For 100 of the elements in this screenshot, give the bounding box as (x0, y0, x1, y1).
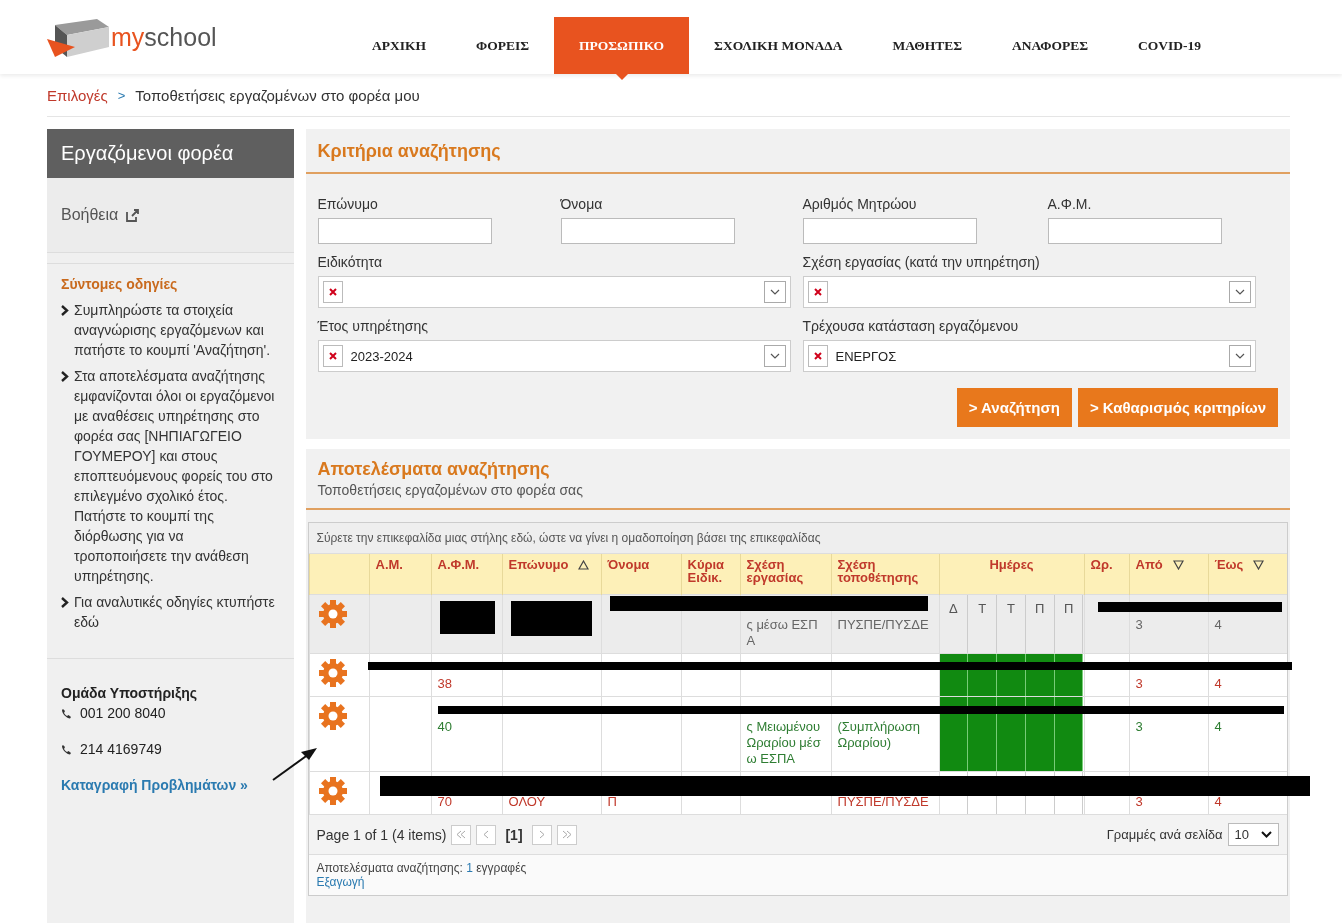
phone-number: 214 4169749 (80, 741, 162, 757)
table-cell: ΟΛΟΥ (508, 794, 546, 809)
action-button[interactable]: > Αναζήτηση (956, 388, 1072, 427)
day-cell: Τ (997, 595, 1026, 653)
nav-tab[interactable]: ΦΟΡΕΙΣ (451, 17, 555, 74)
field-label: Όνομα (560, 196, 604, 212)
filter-icon[interactable] (1253, 560, 1265, 570)
dropdown-field[interactable]: ΕΝΕΡΓΟΣ (802, 340, 1256, 372)
nav-tab[interactable]: ΣΧΟΛΙΚΗ ΜΟΝΑΔΑ (689, 17, 868, 74)
column-header[interactable]: Α.Μ. (369, 554, 431, 595)
panel-subtitle: Τοποθετήσεις εργαζομένων στο φορέα σας (317, 482, 584, 498)
table-cell: Π (607, 794, 617, 809)
table-cell: 3 (1135, 719, 1143, 734)
panel-title: Κριτήρια αναζήτησης (317, 141, 502, 162)
action-button[interactable]: > Καθαρισμός κριτηρίων (1077, 388, 1278, 427)
last-page-button[interactable] (556, 824, 577, 845)
report-problems-link[interactable]: Καταγραφή Προβλημάτων » (61, 777, 280, 793)
nav-tab[interactable]: ΠΡΟΣΩΠΙΚΟ (554, 17, 690, 74)
field-label: Α.Φ.Μ. (1047, 196, 1093, 212)
export-link[interactable]: Εξαγωγή (316, 875, 1279, 889)
dropdown-field[interactable] (317, 276, 791, 308)
first-page-button[interactable] (451, 824, 472, 845)
tips-title: Σύντομες οδηγίες (61, 276, 179, 292)
column-header[interactable]: Ημέρες (939, 554, 1084, 595)
table-cell: 3 (1135, 794, 1143, 809)
day-cell: Τ (968, 595, 998, 653)
clear-icon[interactable] (322, 345, 343, 367)
nav-tab[interactable]: COVID-19 (1113, 17, 1227, 74)
phone-number: 001 200 8040 (80, 705, 166, 721)
input-field[interactable] (560, 218, 735, 244)
sort-ascending-icon[interactable] (578, 560, 590, 570)
table-cell: 40 (437, 719, 452, 734)
field-label: Τρέχουσα κατάσταση εργαζόμενου (802, 318, 1020, 334)
sidebar-title: Εργαζόμενοι φορέα (47, 129, 294, 178)
clear-icon[interactable] (807, 281, 828, 303)
pager-info: Page 1 of 1 (4 items) (316, 826, 447, 843)
panel-title: Αποτελέσματα αναζήτησης (317, 459, 551, 480)
field-label: Σχέση εργασίας (κατά την υπηρέτηση) (802, 254, 1041, 270)
input-field[interactable] (1047, 218, 1222, 244)
day-cell: Δ (939, 595, 969, 653)
clear-icon[interactable] (322, 281, 343, 303)
table-cell: ς μέσω ΕΣΠΑ (746, 617, 818, 648)
gear-icon[interactable] (317, 599, 348, 629)
dropdown-field[interactable]: 2023-2024 (317, 340, 791, 372)
annotation-arrow (271, 746, 319, 782)
day-cell: Π (1054, 595, 1084, 653)
double-chevron-right-icon (561, 830, 572, 839)
column-header[interactable]: Κύρια Ειδικ. (681, 554, 740, 595)
help-link[interactable]: Βοήθεια (61, 206, 119, 224)
table-cell: (Συμπλήρωση Ωραρίου) (837, 719, 920, 750)
field-label: Επώνυμο (317, 196, 379, 212)
phone-icon (61, 707, 72, 719)
table-cell: 70 (437, 794, 452, 809)
column-header[interactable]: Από (1129, 554, 1208, 595)
table-cell: ΠΥΣΠΕ/ΠΥΣΔΕ (837, 794, 929, 809)
filter-icon[interactable] (1172, 560, 1184, 570)
gear-icon[interactable] (317, 701, 348, 731)
field-label: Έτος υπηρέτησης (317, 318, 430, 334)
external-link-icon (126, 208, 140, 222)
breadcrumb-link[interactable]: Επιλογές (47, 86, 108, 104)
results-summary: Αποτελέσματα αναζήτησης: 1 εγγραφές (316, 861, 528, 875)
breadcrumb-current: Τοποθετήσεις εργαζομένων στο φορέα μου (135, 86, 420, 104)
tip-text: Συμπληρώστε τα στοιχεία αναγνώρισης εργαζόμενων και πατήστε το κουμπί 'Αναζήτηση'. (74, 301, 272, 360)
current-page[interactable]: [1] (501, 826, 527, 843)
column-header[interactable]: Α.Φ.Μ. (431, 554, 502, 595)
nav-tab[interactable]: ΑΝΑΦΟΡΕΣ (987, 17, 1114, 74)
dropdown-field[interactable] (802, 276, 1256, 308)
page-size-dropdown[interactable]: 10 (1227, 823, 1279, 846)
tip-text: Για αναλυτικές οδηγίες κτυπήστε εδώ (74, 593, 276, 632)
table-cell: 3 (1135, 617, 1143, 632)
input-field[interactable] (802, 218, 977, 244)
next-page-button[interactable] (531, 824, 552, 845)
field-label: Ειδικότητα (317, 254, 383, 270)
page-size-label: Γραμμές ανά σελίδα (1106, 827, 1223, 842)
previous-page-button[interactable] (476, 824, 497, 845)
table-cell: 4 (1214, 676, 1222, 691)
column-header[interactable]: Σχέση εργασίας (740, 554, 831, 595)
gear-icon[interactable] (317, 658, 348, 688)
clear-icon[interactable] (807, 345, 828, 367)
column-header[interactable]: Έως (1208, 554, 1287, 595)
table-cell: 3 (1135, 676, 1143, 691)
tab-pointer-icon (615, 74, 628, 80)
support-title: Ομάδα Υποστήριξης (61, 685, 198, 701)
column-header[interactable]: Σχέση τοποθέτησης (831, 554, 939, 595)
nav-tab[interactable]: ΑΡΧΙΚΗ (347, 17, 451, 74)
double-chevron-left-icon (456, 830, 467, 839)
table-cell: 38 (437, 676, 452, 691)
chevron-down-icon (1261, 831, 1272, 838)
column-header[interactable]: Επώνυμο (502, 554, 601, 595)
phone-icon (61, 743, 72, 755)
table-cell: 4 (1214, 794, 1222, 809)
column-header[interactable]: Ωρ. (1084, 554, 1129, 595)
logo-icon (47, 17, 109, 57)
table-cell: ΠΥΣΠΕ/ΠΥΣΔΕ (837, 617, 929, 632)
input-field[interactable] (317, 218, 492, 244)
gear-icon[interactable] (317, 776, 348, 806)
tip-text: Στα αποτελέσματα αναζήτησης εμφανίζονται όλοι οι εργαζόμενοι με αναθέσεις υπηρέτησης στο φορέα σας [ΝΗΠΙΑΓΩΓΕΙΟ ΓΟΥΜΕΡΟΥ] και στους εποπτευόμενους φορείς του στο επιλεγμένο σχολικό έτος. Πατήστε το κουμπί της διόρθωσης για να τροποποιήσετε την ανάθεση υπηρέτησης. (74, 367, 276, 586)
chevron-icon (61, 597, 69, 608)
nav-tab[interactable]: ΜΑΘΗΤΕΣ (867, 17, 987, 74)
column-header[interactable]: Όνομα (601, 554, 681, 595)
